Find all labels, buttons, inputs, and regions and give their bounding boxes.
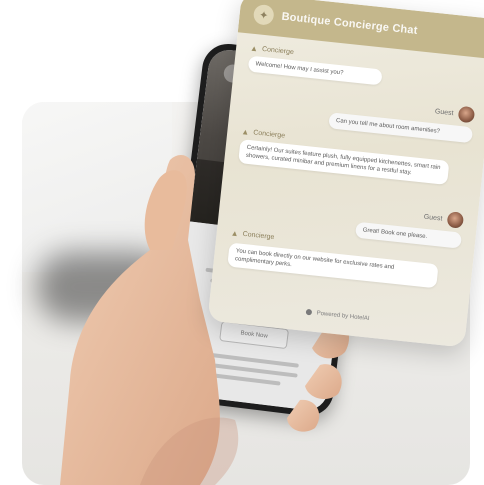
message-bot: Certainly! Our suites feature plush, ful… bbox=[238, 139, 450, 185]
message-bot: You can book directly on our website for… bbox=[227, 242, 439, 289]
brand-dot-icon bbox=[305, 308, 313, 316]
bot-name: Concierge bbox=[261, 45, 295, 57]
finger-shape bbox=[305, 364, 342, 400]
bot-name: Concierge bbox=[252, 129, 286, 140]
bot-label: ▲ Concierge bbox=[230, 229, 275, 243]
guest-label: Guest bbox=[434, 103, 476, 124]
bot-label: ▲ Concierge bbox=[250, 44, 295, 58]
powered-by-text: Powered by HotelAI bbox=[316, 310, 370, 323]
chat-widget-card: ✦ Boutique Concierge Chat ▲ Concierge We… bbox=[207, 0, 484, 348]
chat-title: Boutique Concierge Chat bbox=[281, 10, 419, 37]
message-bot: Welcome! How may I assist you? bbox=[247, 55, 383, 86]
bot-name: Concierge bbox=[242, 230, 275, 242]
guest-label: Guest bbox=[423, 209, 465, 229]
guest-name: Guest bbox=[423, 213, 443, 223]
finger-shape bbox=[287, 399, 320, 432]
concierge-bell-icon: ✦ bbox=[252, 3, 275, 26]
guest-avatar bbox=[457, 105, 476, 124]
product-illustration: Book Now ✦ Boutique Concierge Chat ▲ Con… bbox=[0, 0, 484, 485]
bot-label: ▲ Concierge bbox=[241, 127, 286, 141]
chat-bot-icon: ▲ bbox=[249, 43, 259, 54]
guest-avatar bbox=[446, 211, 465, 229]
guest-name: Guest bbox=[434, 107, 454, 117]
chat-bot-icon: ▲ bbox=[240, 127, 250, 137]
chat-bot-icon: ▲ bbox=[230, 228, 240, 239]
